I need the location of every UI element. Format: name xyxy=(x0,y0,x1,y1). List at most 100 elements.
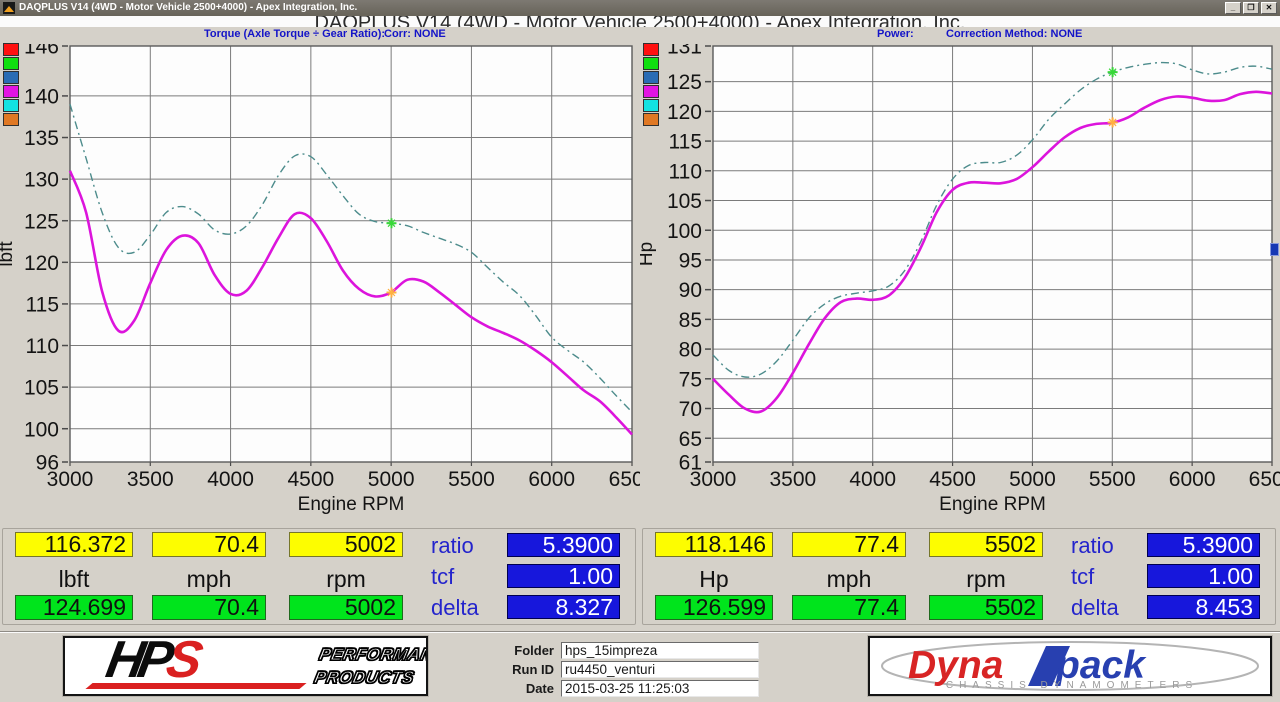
app-icon xyxy=(3,2,15,14)
hps-tagline: PERFORMANCE PRODUCTS xyxy=(312,643,428,689)
runid-label: Run ID xyxy=(431,661,561,678)
runid-input[interactable] xyxy=(561,661,759,678)
ratio-value: 5.3900 xyxy=(1147,533,1260,557)
svg-text:65: 65 xyxy=(679,428,702,451)
svg-text:4500: 4500 xyxy=(287,468,334,491)
svg-text:96: 96 xyxy=(36,452,59,475)
chart-caption-bar: Torque (Axle Torque ÷ Gear Ratio): Corr:… xyxy=(0,27,1280,43)
tcf-value: 1.00 xyxy=(1147,564,1260,588)
delta-value: 8.453 xyxy=(1147,595,1260,619)
svg-text:70: 70 xyxy=(679,398,702,421)
speed-cursor-value: 70.4 xyxy=(152,532,266,557)
date-label: Date xyxy=(431,680,561,697)
svg-text:115: 115 xyxy=(26,293,59,316)
date-input[interactable] xyxy=(561,680,759,697)
hps-letters-hp: HP xyxy=(102,636,172,689)
daqplus-window: DAQPLUS V14 (4WD - Motor Vehicle 2500+40… xyxy=(0,0,1280,702)
hps-wordmark: HPS xyxy=(102,636,202,690)
svg-text:5500: 5500 xyxy=(448,468,495,491)
hps-tagline-line2: PRODUCTS xyxy=(312,666,428,689)
svg-text:3500: 3500 xyxy=(769,468,816,491)
svg-text:61: 61 xyxy=(679,452,702,475)
rpm-unit-label: rpm xyxy=(929,566,1043,592)
svg-text:140: 140 xyxy=(24,85,59,108)
legend-swatch-2[interactable] xyxy=(3,71,19,84)
tcf-label: tcf xyxy=(431,564,454,590)
folder-label: Folder xyxy=(431,642,561,659)
svg-text:115: 115 xyxy=(669,131,702,154)
dynapack-logo-art: Dyna pack CHASSIS DYNAMOMETERS xyxy=(870,638,1270,694)
tcf-value: 1.00 xyxy=(507,564,620,588)
legend-swatch-4[interactable] xyxy=(643,99,659,112)
rpm-unit-label: rpm xyxy=(289,566,403,592)
svg-text:3500: 3500 xyxy=(127,468,174,491)
ratio-value: 5.3900 xyxy=(507,533,620,557)
svg-text:110: 110 xyxy=(26,335,59,358)
svg-text:6500: 6500 xyxy=(609,468,640,491)
legend-swatch-5[interactable] xyxy=(643,113,659,126)
svg-text:5000: 5000 xyxy=(368,468,415,491)
power-cursor-value: 118.146 xyxy=(655,532,773,557)
legend-swatch-1[interactable] xyxy=(3,57,19,70)
legend-swatch-3[interactable] xyxy=(643,85,659,98)
svg-text:110: 110 xyxy=(669,160,702,183)
power-chart[interactable]: 3000350040004500500055006000650013112512… xyxy=(640,44,1280,518)
close-button[interactable]: ✕ xyxy=(1261,2,1277,14)
legend-swatch-5[interactable] xyxy=(3,113,19,126)
svg-text:Hp: Hp xyxy=(640,242,657,266)
window-controls: _ ❐ ✕ xyxy=(1225,2,1277,14)
svg-text:125: 125 xyxy=(667,71,702,94)
rpm-reference-value: 5502 xyxy=(929,595,1043,620)
power-readout-panel: 118.146 77.4 5502 Hp mph rpm 126.599 77.… xyxy=(642,528,1276,625)
legend-swatch-0[interactable] xyxy=(3,43,19,56)
speed-reference-value: 77.4 xyxy=(792,595,906,620)
rpm-reference-value: 5002 xyxy=(289,595,403,620)
svg-text:100: 100 xyxy=(24,418,59,441)
svg-text:lbft: lbft xyxy=(0,241,17,267)
torque-unit-label: lbft xyxy=(15,566,133,592)
svg-text:131: 131 xyxy=(667,44,702,59)
footer-bar: HPS PERFORMANCE PRODUCTS Folder Run ID D… xyxy=(0,632,1280,702)
torque-reference-value: 124.699 xyxy=(15,595,133,620)
svg-text:4500: 4500 xyxy=(929,468,976,491)
power-reference-value: 126.599 xyxy=(655,595,773,620)
hps-swoosh xyxy=(85,683,306,689)
svg-text:130: 130 xyxy=(24,169,59,192)
date-field-row: Date xyxy=(431,680,759,698)
svg-text:75: 75 xyxy=(679,368,702,391)
svg-text:105: 105 xyxy=(667,190,702,213)
torque-chart[interactable]: 3000350040004500500055006000650014614013… xyxy=(0,44,640,518)
run-color-legend-right xyxy=(643,43,659,127)
legend-swatch-4[interactable] xyxy=(3,99,19,112)
svg-text:Engine RPM: Engine RPM xyxy=(939,494,1046,515)
hps-tagline-line1: PERFORMANCE xyxy=(317,643,428,666)
svg-text:120: 120 xyxy=(24,252,59,275)
speed-reference-value: 70.4 xyxy=(152,595,266,620)
svg-text:Engine RPM: Engine RPM xyxy=(298,494,405,515)
legend-swatch-3[interactable] xyxy=(3,85,19,98)
power-unit-label: Hp xyxy=(655,566,773,592)
legend-swatch-2[interactable] xyxy=(643,71,659,84)
folder-input[interactable] xyxy=(561,642,759,659)
restore-button[interactable]: ❐ xyxy=(1243,2,1259,14)
run-color-legend-left xyxy=(3,43,19,127)
speed-unit-label: mph xyxy=(792,566,906,592)
legend-swatch-0[interactable] xyxy=(643,43,659,56)
svg-text:146: 146 xyxy=(24,44,59,59)
splitter-handle[interactable] xyxy=(1270,243,1279,256)
ratio-label: ratio xyxy=(1071,533,1114,559)
svg-text:120: 120 xyxy=(667,101,702,124)
window-titlebar: DAQPLUS V14 (4WD - Motor Vehicle 2500+40… xyxy=(0,0,1280,16)
svg-text:85: 85 xyxy=(679,309,702,332)
rpm-cursor-value: 5502 xyxy=(929,532,1043,557)
svg-text:4000: 4000 xyxy=(849,468,896,491)
power-correction-status: Correction Method: NONE xyxy=(946,28,1082,40)
svg-text:80: 80 xyxy=(679,339,702,362)
svg-text:135: 135 xyxy=(24,127,59,150)
minimize-button[interactable]: _ xyxy=(1225,2,1241,14)
speed-cursor-value: 77.4 xyxy=(792,532,906,557)
svg-text:5000: 5000 xyxy=(1009,468,1056,491)
dynapack-subtitle: CHASSIS DYNAMOMETERS xyxy=(946,680,1198,691)
delta-label: delta xyxy=(431,595,479,621)
legend-swatch-1[interactable] xyxy=(643,57,659,70)
